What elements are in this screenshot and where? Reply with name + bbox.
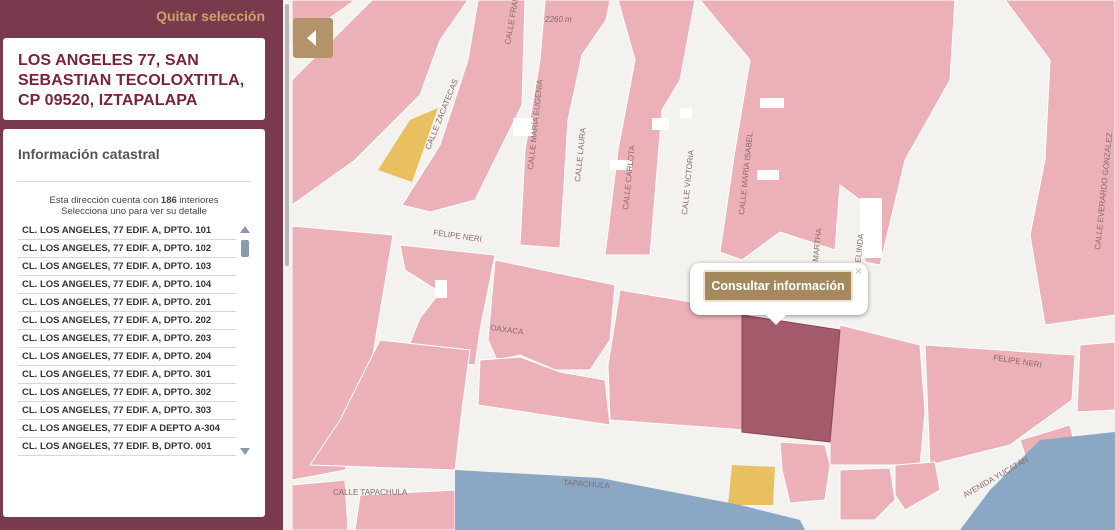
- address-card: LOS ANGELES 77, SAN SEBASTIAN TECOLOXTIT…: [3, 38, 265, 120]
- interiors-description: Esta dirección cuenta con 186 interiores…: [19, 195, 249, 217]
- clear-selection-link[interactable]: Quitar selección: [156, 8, 265, 24]
- consult-info-button[interactable]: Consultar información: [703, 270, 853, 302]
- desc-before: Esta dirección cuenta con: [49, 195, 161, 206]
- street-label: CALLE TAPACHULA: [333, 488, 408, 497]
- interior-list-item[interactable]: CL. LOS ANGELES, 77 EDIF. A, DPTO. 103: [18, 258, 236, 276]
- interior-list-item[interactable]: CL. LOS ANGELES, 77 EDIF. A, DPTO. 302: [18, 384, 236, 402]
- interior-list-item[interactable]: CL. LOS ANGELES, 77 EDIF. B, DPTO. 002: [18, 456, 236, 459]
- interior-list-item[interactable]: CL. LOS ANGELES, 77 EDIF. A, DPTO. 204: [18, 348, 236, 366]
- selected-parcel[interactable]: [741, 314, 841, 443]
- scroll-down-arrow-icon[interactable]: [240, 448, 250, 455]
- interior-list-item[interactable]: CL. LOS ANGELES, 77 EDIF. A, DPTO. 104: [18, 276, 236, 294]
- interior-list-item[interactable]: CL. LOS ANGELES, 77 EDIF. B, DPTO. 001: [18, 438, 236, 456]
- selected-address: LOS ANGELES 77, SAN SEBASTIAN TECOLOXTIT…: [18, 52, 245, 109]
- divider: [17, 181, 251, 182]
- interior-list-item[interactable]: CL. LOS ANGELES, 77 EDIF. A, DPTO. 203: [18, 330, 236, 348]
- scroll-up-arrow-icon[interactable]: [240, 226, 250, 233]
- interior-list-item[interactable]: CL. LOS ANGELES, 77 EDIF. A, DPTO. 201: [18, 294, 236, 312]
- interior-list-item[interactable]: CL. LOS ANGELES, 77 EDIF. A, DPTO. 202: [18, 312, 236, 330]
- interior-list-item[interactable]: CL. LOS ANGELES, 77 EDIF A DEPTO A-304: [18, 420, 236, 438]
- desc-line2: Selecciona uno para ver su detalle: [61, 206, 207, 217]
- interior-list-item[interactable]: CL. LOS ANGELES, 77 EDIF. A, DPTO. 102: [18, 240, 236, 258]
- chevron-left-icon: [307, 30, 316, 46]
- list-scrollbar[interactable]: [238, 222, 252, 459]
- scale-label: 2260 m: [544, 15, 572, 24]
- sidebar: Quitar selección LOS ANGELES 77, SAN SEB…: [0, 0, 283, 530]
- info-title: Información catastral: [18, 146, 160, 162]
- scroll-thumb[interactable]: [241, 240, 249, 257]
- cadastral-info-card: Información catastral Esta dirección cue…: [3, 129, 265, 517]
- interior-list-item[interactable]: CL. LOS ANGELES, 77 EDIF. A, DPTO. 301: [18, 366, 236, 384]
- desc-after: interiores: [176, 195, 219, 206]
- interiors-list-container[interactable]: CL. LOS ANGELES, 77 EDIF. A, DPTO. 101 CL…: [18, 222, 252, 459]
- interiors-count: 186: [160, 195, 177, 206]
- panel-scrollbar[interactable]: [285, 4, 289, 266]
- collapse-panel-button[interactable]: [293, 18, 333, 58]
- highlight-parcel-south: [728, 465, 775, 505]
- interior-list-item[interactable]: CL. LOS ANGELES, 77 EDIF. A, DPTO. 101: [18, 222, 236, 240]
- map-popup: × Consultar información: [690, 263, 868, 325]
- interiors-list: CL. LOS ANGELES, 77 EDIF. A, DPTO. 101 CL…: [18, 222, 236, 459]
- interior-list-item[interactable]: CL. LOS ANGELES, 77 EDIF. A, DPTO. 303: [18, 402, 236, 420]
- close-icon[interactable]: ×: [855, 264, 862, 278]
